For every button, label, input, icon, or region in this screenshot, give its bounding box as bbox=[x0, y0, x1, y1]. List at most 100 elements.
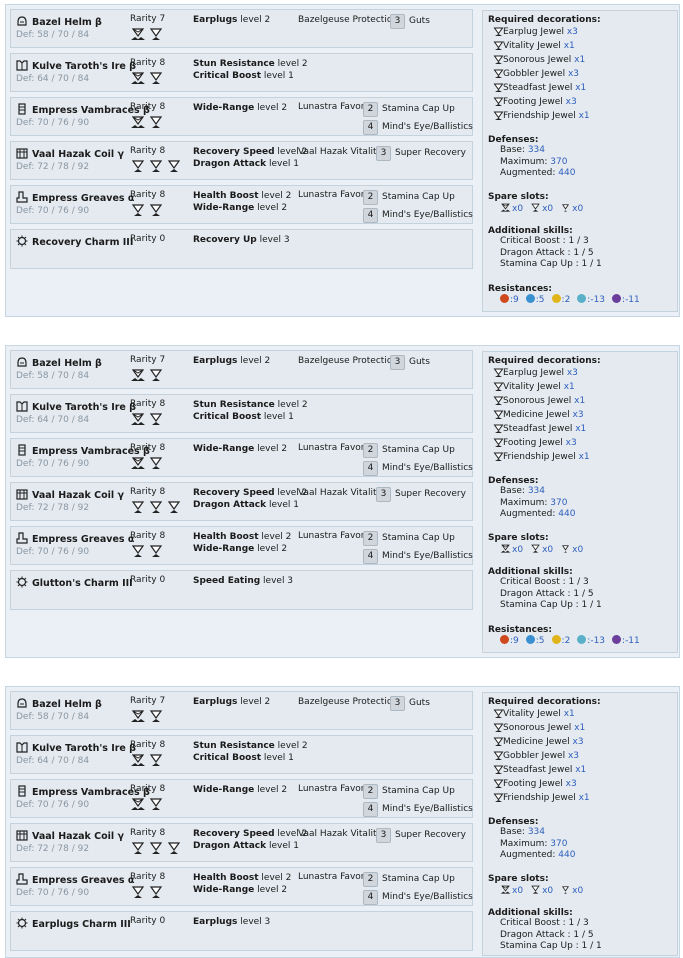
set-bonus-count: 3 bbox=[390, 355, 405, 370]
section-title: Spare slots: bbox=[488, 192, 549, 202]
armor-piece-row[interactable]: Earplugs Charm III Rarity 0 Earplugs level… bbox=[10, 911, 473, 951]
piece-rarity: Rarity 8 bbox=[130, 58, 166, 68]
skill-line: Health Boost level 2 bbox=[193, 872, 291, 884]
piece-skills: Stun Resistance level 2 Critical Boost le… bbox=[193, 399, 308, 423]
skill-line: Recovery Speed level 2 bbox=[193, 828, 307, 840]
armor-piece-row[interactable]: Kulve Taroth's Ire β Def: 64 / 70 / 84 Rar… bbox=[10, 53, 473, 92]
medium-slot-icon bbox=[148, 455, 164, 471]
skill-name: Wide-Range bbox=[193, 544, 255, 554]
skill-name: Stun Resistance bbox=[193, 400, 275, 410]
set-bonus-count: 2 bbox=[363, 531, 378, 546]
jewel-icon bbox=[493, 437, 504, 448]
skill-level: level 1 bbox=[269, 500, 299, 510]
armor-piece-row[interactable]: Bazel Helm β Def: 58 / 70 / 84 Rarity 7 Ear… bbox=[10, 691, 473, 730]
skill-level: level 2 bbox=[277, 741, 308, 751]
set-bonus-skill: Guts bbox=[409, 357, 430, 367]
jewel-name: Earplug Jewel bbox=[503, 27, 564, 37]
medium-slot-icon bbox=[166, 499, 182, 515]
medium-slot-icon bbox=[130, 158, 146, 174]
jewel-icon bbox=[493, 367, 504, 378]
decoration-slots bbox=[130, 708, 166, 727]
skill-level: level 2 bbox=[240, 356, 271, 366]
set-bonus-skill: Stamina Cap Up bbox=[382, 445, 455, 455]
waist-icon bbox=[16, 147, 28, 159]
armor-piece-row[interactable]: Kulve Taroth's Ire β Def: 64 / 70 / 84 Rar… bbox=[10, 735, 473, 774]
armor-piece-row[interactable]: Recovery Charm III Rarity 0 Recovery Up le… bbox=[10, 229, 473, 269]
piece-defense: Def: 72 / 78 / 92 bbox=[16, 162, 90, 172]
large-slot-icon bbox=[500, 202, 511, 213]
defense-stat: Augmented: 440 bbox=[488, 168, 674, 180]
armor-piece-row[interactable]: Bazel Helm β Def: 58 / 70 / 84 Rarity 7 Ear… bbox=[10, 9, 473, 48]
skill-name: Health Boost bbox=[193, 191, 259, 201]
set-bonus-count: 2 bbox=[363, 784, 378, 799]
decoration-slots bbox=[130, 840, 184, 859]
spare-slot-line: x0 x0 x0 bbox=[488, 884, 674, 896]
armor-piece-row[interactable]: Empress Vambraces β Def: 70 / 76 / 90 Rari… bbox=[10, 779, 473, 818]
resistance-value: :9 bbox=[510, 636, 519, 646]
resistance-value: :-11 bbox=[622, 295, 640, 305]
jewel-icon bbox=[493, 778, 504, 789]
decoration-item: Gobbler Jewel x3 bbox=[488, 749, 674, 763]
defense-label: Maximum: bbox=[500, 156, 548, 167]
armor-piece-row[interactable]: Vaal Hazak Coil γ Def: 72 / 78 / 92 Rarity… bbox=[10, 141, 473, 180]
jewel-count: x3 bbox=[572, 737, 584, 747]
set-bonus: 3 Guts bbox=[390, 14, 430, 29]
piece-name-text: Bazel Helm β bbox=[32, 699, 102, 710]
armor-piece-row[interactable]: Empress Vambraces β Def: 70 / 76 / 90 Rari… bbox=[10, 438, 473, 477]
medium-slot-icon bbox=[148, 543, 164, 559]
piece-name: Earplugs Charm III bbox=[16, 917, 131, 930]
jewel-name: Steadfast Jewel bbox=[503, 765, 573, 775]
medium-slot-icon bbox=[148, 708, 164, 724]
armor-piece-row[interactable]: Empress Vambraces β Def: 70 / 76 / 90 Rari… bbox=[10, 97, 473, 136]
piece-name-text: Recovery Charm III bbox=[32, 237, 134, 248]
piece-skills: Health Boost level 2 Wide-Range level 2 bbox=[193, 531, 291, 555]
set-bonus-skill: Guts bbox=[409, 16, 430, 26]
piece-defense: Def: 72 / 78 / 92 bbox=[16, 503, 90, 513]
set-bonus-skill: Mind's Eye/Ballistics bbox=[382, 210, 473, 220]
armor-piece-row[interactable]: Vaal Hazak Coil γ Def: 72 / 78 / 92 Rarity… bbox=[10, 482, 473, 521]
defense-value: 440 bbox=[558, 168, 576, 178]
set-bonus-count: 4 bbox=[363, 120, 378, 135]
medium-slot-icon bbox=[148, 884, 164, 900]
skill-line: Critical Boost level 1 bbox=[193, 70, 308, 82]
decoration-item: Friendship Jewel x1 bbox=[488, 450, 674, 464]
armor-piece-row[interactable]: Empress Greaves α Def: 70 / 76 / 90 Rarity… bbox=[10, 185, 473, 224]
decoration-item: Medicine Jewel x3 bbox=[488, 408, 674, 422]
decoration-slots bbox=[130, 158, 184, 177]
skill-level: level 1 bbox=[263, 412, 294, 422]
decoration-item: Friendship Jewel x1 bbox=[488, 109, 674, 123]
decoration-slots bbox=[130, 455, 166, 474]
piece-skills: Speed Eating level 3 bbox=[193, 575, 293, 587]
resistance-value: :-13 bbox=[587, 295, 606, 305]
armor-piece-row[interactable]: Vaal Hazak Coil γ Def: 72 / 78 / 92 Rarity… bbox=[10, 823, 473, 862]
piece-defense: Def: 70 / 76 / 90 bbox=[16, 547, 90, 557]
skill-name: Earplugs bbox=[193, 15, 238, 25]
armor-piece-row[interactable]: Empress Greaves α Def: 70 / 76 / 90 Rarity… bbox=[10, 867, 473, 906]
skill-level: level 2 bbox=[257, 785, 288, 795]
defenses: Defenses: Base: 334 Maximum: 370 Augmented:… bbox=[488, 476, 674, 521]
section-title: Defenses: bbox=[488, 476, 539, 486]
set-name: Lunastra Favor bbox=[298, 190, 365, 200]
jewel-count: x3 bbox=[572, 410, 584, 420]
piece-rarity: Rarity 8 bbox=[130, 828, 166, 838]
piece-name-text: Vaal Hazak Coil γ bbox=[32, 831, 124, 842]
legs-icon bbox=[16, 532, 28, 544]
armor-piece-row[interactable]: Empress Greaves α Def: 70 / 76 / 90 Rarity… bbox=[10, 526, 473, 565]
decoration-slots bbox=[130, 367, 166, 386]
armor-piece-row[interactable]: Bazel Helm β Def: 58 / 70 / 84 Rarity 7 Ear… bbox=[10, 350, 473, 389]
piece-defense: Def: 70 / 76 / 90 bbox=[16, 206, 90, 216]
armor-piece-row[interactable]: Kulve Taroth's Ire β Def: 64 / 70 / 84 Rar… bbox=[10, 394, 473, 433]
section-title: Additional skills: bbox=[488, 226, 573, 236]
armor-piece-row[interactable]: Glutton's Charm III Rarity 0 Speed Eating … bbox=[10, 570, 473, 610]
thunder-res-icon bbox=[551, 294, 561, 303]
section-title: Additional skills: bbox=[488, 567, 573, 577]
skill-name: Dragon Attack bbox=[193, 500, 267, 510]
piece-rarity: Rarity 8 bbox=[130, 443, 166, 453]
section-title: Spare slots: bbox=[488, 874, 549, 884]
jewel-name: Friendship Jewel bbox=[503, 111, 576, 121]
set-bonus-skill: Stamina Cap Up bbox=[382, 192, 455, 202]
resistance-value: :-11 bbox=[622, 636, 640, 646]
charm-icon bbox=[16, 917, 28, 929]
spare-count: x0 bbox=[542, 204, 554, 214]
jewel-icon bbox=[493, 451, 504, 462]
